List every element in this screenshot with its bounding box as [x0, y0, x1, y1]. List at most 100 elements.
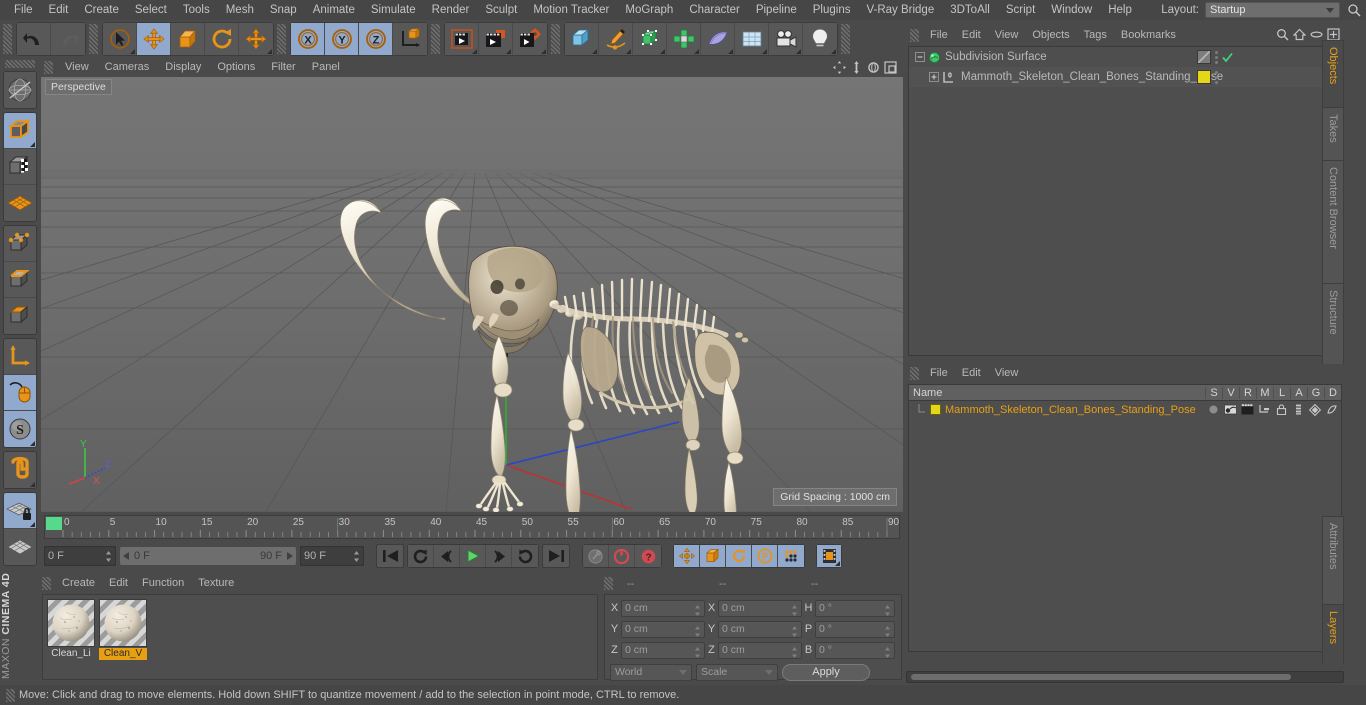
select-live-button[interactable] — [103, 23, 137, 55]
object-menu-edit[interactable]: Edit — [955, 26, 988, 44]
timeline-ruler[interactable]: 0 5 10 15 20 25 30 35 40 45 50 55 60 65 70 75 80 85 90 — [44, 515, 900, 539]
toolbar-drag-handle[interactable] — [551, 24, 560, 54]
toolbar-drag-handle[interactable] — [277, 24, 286, 54]
visibility-check-icon[interactable] — [1222, 52, 1233, 63]
key-parameter-button[interactable]: P — [752, 545, 778, 567]
render-icon[interactable] — [1240, 403, 1254, 417]
toolbar-drag-handle[interactable] — [431, 24, 440, 54]
step-forward-button[interactable] — [486, 545, 512, 567]
array-button[interactable] — [667, 23, 701, 55]
layer-row[interactable]: Mammoth_Skeleton_Clean_Bones_Standing_Po… — [909, 401, 1341, 418]
polygon-grid-button[interactable] — [4, 185, 36, 221]
status-drag-handle[interactable] — [6, 688, 15, 702]
menu-select[interactable]: Select — [127, 0, 175, 20]
left-toolbar-drag-handle[interactable] — [5, 60, 35, 68]
layer-menu-view[interactable]: View — [988, 364, 1026, 382]
position-field-X[interactable]: 0 cm — [621, 599, 705, 617]
visible-icon[interactable] — [1223, 403, 1237, 417]
coordinates-drag-handle[interactable] — [604, 577, 613, 590]
toolbar-drag-handle[interactable] — [89, 24, 98, 54]
viewport-menu-filter[interactable]: Filter — [263, 58, 303, 76]
material-list[interactable]: Clean_Li Clean_V — [42, 594, 598, 680]
menu-3dtoall[interactable]: 3DToAll — [942, 0, 998, 20]
menu-mesh[interactable]: Mesh — [218, 0, 262, 20]
solo-icon[interactable] — [1206, 403, 1220, 417]
x-axis-button[interactable]: X — [291, 23, 325, 55]
object-axis-button[interactable] — [4, 149, 36, 185]
viewport-menu-options[interactable]: Options — [209, 58, 263, 76]
world-coordinate-button[interactable] — [393, 23, 427, 55]
rotation-field-P[interactable]: 0 ° — [815, 620, 895, 638]
object-tag[interactable] — [1197, 70, 1211, 84]
key-rotation-button[interactable] — [726, 545, 752, 567]
material-menu-edit[interactable]: Edit — [102, 575, 135, 592]
animation-icon[interactable] — [1291, 403, 1305, 417]
texture-axis-button[interactable] — [4, 72, 36, 108]
menu-render[interactable]: Render — [424, 0, 478, 20]
pen-spline-button[interactable] — [599, 23, 633, 55]
cube-button[interactable] — [565, 23, 599, 55]
soft-selection-button[interactable]: S — [4, 411, 36, 447]
timeline-button[interactable] — [817, 545, 841, 567]
home-icon[interactable] — [1292, 27, 1306, 42]
undo-button[interactable] — [17, 23, 51, 55]
menu-window[interactable]: Window — [1043, 0, 1100, 20]
points-mode-button[interactable] — [4, 226, 36, 262]
material-drag-handle[interactable] — [42, 577, 51, 590]
render-settings-button[interactable] — [513, 23, 547, 55]
move-axis-button[interactable] — [239, 23, 273, 55]
object-tree[interactable]: Subdivision Surface 0 Mammoth_Skeleton_C… — [908, 46, 1342, 356]
position-field-Z[interactable]: 0 cm — [621, 641, 705, 659]
object-menu-tags[interactable]: Tags — [1077, 26, 1114, 44]
menu-plugins[interactable]: Plugins — [805, 0, 859, 20]
menu-pipeline[interactable]: Pipeline — [748, 0, 805, 20]
y-axis-button[interactable]: Y — [325, 23, 359, 55]
model-mode-button[interactable] — [4, 113, 36, 149]
toolbar-drag-handle[interactable] — [841, 24, 850, 54]
tag-dots-icon[interactable] — [1215, 50, 1218, 64]
maximize-view-icon[interactable] — [883, 60, 898, 74]
search-icon[interactable] — [1347, 3, 1361, 17]
polygons-mode-button[interactable] — [4, 298, 36, 334]
viewport-menu-view[interactable]: View — [57, 58, 97, 76]
generator-icon[interactable] — [1308, 403, 1322, 417]
ellipse-icon[interactable] — [1309, 27, 1323, 42]
key-pla-button[interactable] — [778, 545, 804, 567]
rotate-button[interactable] — [205, 23, 239, 55]
layer-menu-file[interactable]: File — [923, 364, 955, 382]
material-menu-create[interactable]: Create — [55, 575, 102, 592]
manager-icon[interactable] — [1257, 403, 1271, 417]
perspective-viewport[interactable]: Perspective Grid Spacing : 1000 cm Y Z X — [41, 77, 903, 512]
menu-create[interactable]: Create — [76, 0, 127, 20]
key-position-button[interactable] — [674, 545, 700, 567]
menu-sculpt[interactable]: Sculpt — [477, 0, 525, 20]
search-icon[interactable] — [1275, 27, 1289, 42]
object-menu-view[interactable]: View — [988, 26, 1026, 44]
z-axis-button[interactable]: Z — [359, 23, 393, 55]
tree-expander[interactable] — [915, 52, 925, 62]
object-menu-bookmarks[interactable]: Bookmarks — [1114, 26, 1183, 44]
object-tree-row[interactable]: 0 Mammoth_Skeleton_Clean_Bones_Standing_… — [909, 67, 1341, 87]
object-menu-file[interactable]: File — [923, 26, 955, 44]
rotation-field-H[interactable]: 0 ° — [815, 599, 895, 617]
go-to-end-button[interactable] — [542, 544, 570, 568]
menu-character[interactable]: Character — [681, 0, 748, 20]
menu-snap[interactable]: Snap — [262, 0, 305, 20]
rotate-view-icon[interactable] — [866, 60, 881, 74]
object-manager-drag-handle[interactable] — [910, 28, 919, 42]
key-scale-button[interactable] — [700, 545, 726, 567]
layer-manager-drag-handle[interactable] — [910, 366, 919, 380]
autokeying-button[interactable] — [583, 545, 609, 567]
viewport-drag-handle[interactable] — [44, 60, 53, 74]
step-back-button[interactable] — [434, 545, 460, 567]
viewport-menu-cameras[interactable]: Cameras — [97, 58, 158, 76]
scrollbar-thumb[interactable] — [911, 674, 1291, 680]
keyframe-selection-button[interactable]: ? — [635, 545, 661, 567]
horizontal-scrollbar[interactable] — [906, 671, 1344, 683]
menu-v-ray-bridge[interactable]: V-Ray Bridge — [858, 0, 942, 20]
magnet-button[interactable] — [4, 452, 36, 488]
go-to-start-button[interactable] — [376, 544, 404, 568]
mouse-viewport-button[interactable] — [4, 375, 36, 411]
menu-simulate[interactable]: Simulate — [363, 0, 424, 20]
scale-button[interactable] — [171, 23, 205, 55]
